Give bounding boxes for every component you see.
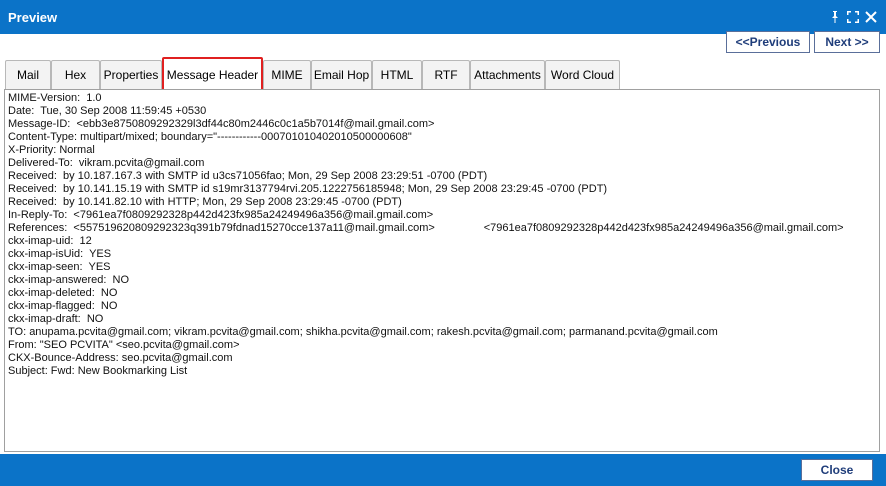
tab-message-header[interactable]: Message Header (162, 57, 263, 91)
tab-html[interactable]: HTML (372, 60, 422, 89)
header-line: In-Reply-To: <7961ea7f0809292328p442d423… (8, 209, 434, 221)
header-line: MIME-Version: 1.0 (8, 92, 102, 104)
header-line: ckx-imap-uid: 12 (8, 235, 92, 247)
header-line: ckx-imap-flagged: NO (8, 300, 118, 312)
tab-email-hop[interactable]: Email Hop (311, 60, 372, 89)
header-line: ckx-imap-isUid: YES (8, 248, 112, 260)
tab-mime[interactable]: MIME (263, 60, 311, 89)
header-line: Received: by 10.187.167.3 with SMTP id u… (8, 170, 488, 182)
header-line: ckx-imap-deleted: NO (8, 287, 118, 299)
title-bar: Preview (0, 0, 886, 34)
footer-bar: Close (0, 454, 886, 486)
header-line: Received: by 10.141.15.19 with SMTP id s… (8, 183, 608, 195)
tab-hex[interactable]: Hex (51, 60, 100, 89)
header-line: ckx-imap-draft: NO (8, 313, 104, 325)
previous-button[interactable]: <<Previous (726, 31, 810, 53)
header-line: ckx-imap-answered: NO (8, 274, 130, 286)
header-line: Content-Type: multipart/mixed; boundary=… (8, 131, 412, 143)
navigation-bar: <<Previous Next >> (0, 31, 886, 58)
close-window-icon[interactable] (864, 10, 878, 24)
message-header-panel[interactable]: MIME-Version: 1.0 Date: Tue, 30 Sep 2008… (4, 89, 880, 452)
header-line: CKX-Bounce-Address: seo.pcvita@gmail.com (8, 352, 233, 364)
expand-icon[interactable] (846, 10, 860, 24)
tab-mail[interactable]: Mail (5, 60, 51, 89)
window-title: Preview (8, 10, 58, 25)
header-line: Date: Tue, 30 Sep 2008 11:59:45 +0530 (8, 105, 207, 117)
header-line: From: "SEO PCVITA" <seo.pcvita@gmail.com… (8, 339, 240, 351)
next-button[interactable]: Next >> (814, 31, 880, 53)
tab-word-cloud[interactable]: Word Cloud (545, 60, 620, 89)
tab-properties[interactable]: Properties (100, 60, 162, 89)
header-line: Message-ID: <ebb3e8750809292329l3df44c80… (8, 118, 435, 130)
header-line: Subject: Fwd: New Bookmarking List (8, 365, 188, 377)
header-line: TO: anupama.pcvita@gmail.com; vikram.pcv… (8, 326, 718, 338)
close-button[interactable]: Close (801, 459, 873, 481)
tab-rtf[interactable]: RTF (422, 60, 470, 89)
window-controls (828, 10, 878, 24)
header-line: Received: by 10.141.82.10 with HTTP; Mon… (8, 196, 402, 208)
header-line: References: <557519620809292323q391b79fd… (8, 222, 844, 234)
header-line: X-Priority: Normal (8, 144, 95, 156)
header-line: ckx-imap-seen: YES (8, 261, 111, 273)
pin-icon[interactable] (828, 10, 842, 24)
header-line: Delivered-To: vikram.pcvita@gmail.com (8, 157, 205, 169)
tab-attachments[interactable]: Attachments (470, 60, 545, 89)
